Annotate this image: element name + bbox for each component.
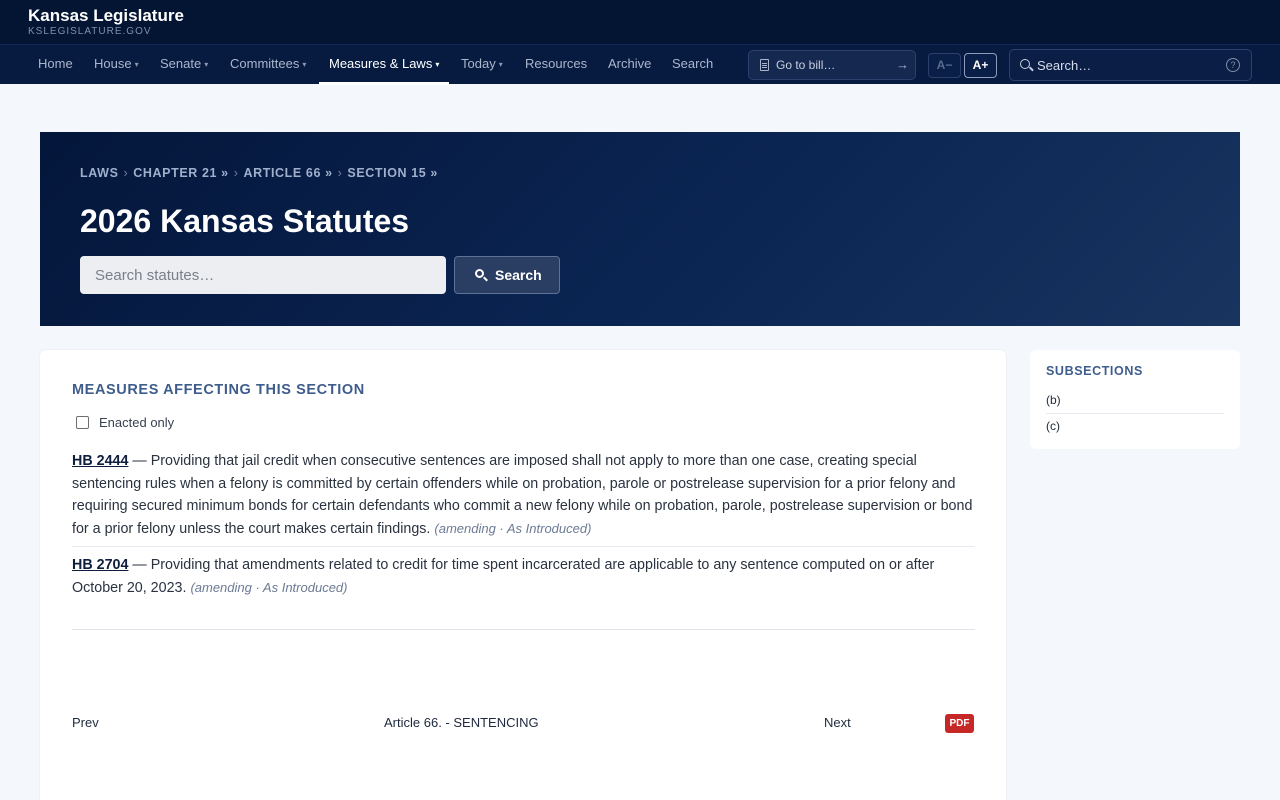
help-icon[interactable]: ? — [1226, 58, 1240, 72]
site-search: ? — [1009, 49, 1252, 81]
font-increase-button[interactable]: A+ — [964, 53, 997, 78]
nav-label: Measures & Laws — [329, 56, 433, 71]
search-button-label: Search — [495, 267, 542, 283]
nav-label: Senate — [160, 56, 202, 71]
chevron-down-icon: ▾ — [302, 60, 307, 69]
nav-item-house[interactable]: House ▾ — [94, 45, 139, 85]
page-title: 2026 Kansas Statutes — [80, 203, 410, 239]
nav-label: Committees — [230, 56, 300, 71]
search-icon — [475, 269, 484, 278]
divider — [72, 629, 975, 630]
font-decrease-button[interactable]: A− — [928, 53, 961, 78]
enacted-only-checkbox[interactable] — [76, 415, 89, 429]
site-title[interactable]: Kansas Legislature — [28, 6, 184, 26]
subsections-heading: SUBSECTIONS — [1046, 364, 1143, 378]
measure-dash: — — [132, 453, 147, 469]
chevron-down-icon: ▾ — [134, 60, 139, 69]
statute-search-button[interactable]: Search — [454, 256, 560, 294]
measure-status: (amending · As Introduced) — [434, 520, 592, 536]
nav-item-measures-laws[interactable]: Measures & Laws ▾ — [319, 45, 450, 85]
enacted-only-filter[interactable]: Enacted only — [72, 413, 174, 431]
nav-label: House — [94, 56, 132, 71]
nav-item-archive[interactable]: Archive — [608, 45, 651, 85]
nav-label: Resources — [525, 56, 588, 71]
article-title: Article 66. - SENTENCING — [384, 715, 539, 730]
breadcrumb-separator: › — [337, 166, 343, 180]
go-to-bill-label: Go to bill… — [776, 58, 836, 72]
document-icon — [760, 59, 769, 71]
breadcrumb-separator: › — [123, 166, 129, 180]
subsection-link-c[interactable]: (c) — [1046, 419, 1060, 433]
statutes-hero: LAWS › CHAPTER 21 » › ARTICLE 66 » › SECTION 1… — [40, 132, 1240, 326]
subsections-panel: SUBSECTIONS (b) (c) — [1030, 350, 1240, 449]
breadcrumb-chapter[interactable]: CHAPTER 21 » — [133, 166, 228, 180]
nav-item-search[interactable]: Search — [672, 45, 713, 85]
nav-item-senate[interactable]: Senate ▾ — [160, 45, 208, 85]
nav-item-committees[interactable]: Committees ▾ — [230, 45, 306, 85]
nav-label: Search — [672, 56, 714, 71]
arrow-right-icon: → — [896, 57, 909, 72]
breadcrumb-separator: › — [233, 166, 239, 180]
site-search-input[interactable] — [1037, 50, 1227, 80]
nav-item-resources[interactable]: Resources — [525, 45, 587, 85]
measures-heading: MEASURES AFFECTING THIS SECTION — [72, 382, 365, 398]
nav-item-home[interactable]: Home — [38, 45, 73, 85]
breadcrumb-section[interactable]: SECTION 15 » — [347, 166, 438, 180]
site-header: Kansas Legislature KSLEGISLATURE.GOV — [0, 0, 1280, 44]
measure-item: HB 2704 — Providing that amendments rela… — [72, 554, 975, 599]
divider — [72, 546, 975, 547]
nav-label: Today — [461, 56, 496, 71]
nav-item-today[interactable]: Today ▾ — [461, 45, 503, 85]
next-link[interactable]: Next — [824, 715, 851, 730]
breadcrumb: LAWS › CHAPTER 21 » › ARTICLE 66 » › SECTION 1… — [80, 166, 438, 180]
pdf-badge[interactable]: PDF — [945, 714, 974, 733]
divider — [1046, 413, 1224, 414]
subsection-link-b[interactable]: (b) — [1046, 393, 1061, 407]
chevron-down-icon: ▾ — [498, 60, 503, 69]
prev-link[interactable]: Prev — [72, 715, 99, 730]
measure-status: (amending · As Introduced) — [190, 579, 348, 595]
site-subtitle: KSLEGISLATURE.GOV — [28, 26, 152, 37]
measure-item: HB 2444 — Providing that jail credit whe… — [72, 450, 975, 540]
breadcrumb-article[interactable]: ARTICLE 66 » — [243, 166, 332, 180]
bill-link[interactable]: HB 2704 — [72, 557, 128, 573]
chevron-down-icon: ▾ — [435, 60, 440, 69]
breadcrumb-laws[interactable]: LAWS — [80, 166, 119, 180]
measure-dash: — — [132, 557, 147, 573]
nav-label: Archive — [608, 56, 652, 71]
statute-search-input[interactable] — [80, 256, 446, 294]
main-nav: Home House ▾ Senate ▾ Committees ▾ Measures… — [0, 44, 1280, 85]
chevron-down-icon: ▾ — [204, 60, 209, 69]
measures-card: MEASURES AFFECTING THIS SECTION Enacted … — [40, 350, 1006, 800]
nav-label: Home — [38, 56, 73, 71]
go-to-bill-button[interactable]: Go to bill… → — [748, 50, 916, 80]
bill-link[interactable]: HB 2444 — [72, 453, 128, 469]
enacted-only-label: Enacted only — [99, 414, 175, 430]
search-icon — [1020, 59, 1030, 69]
